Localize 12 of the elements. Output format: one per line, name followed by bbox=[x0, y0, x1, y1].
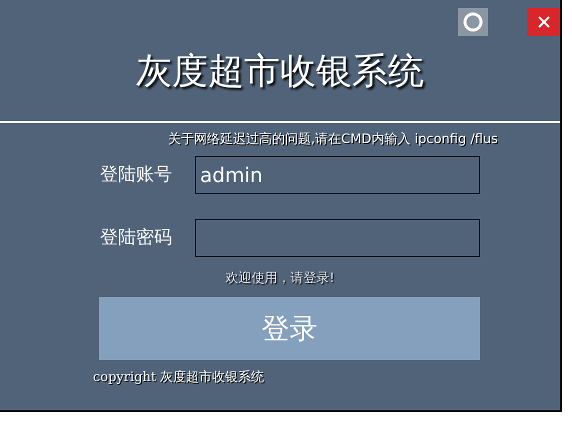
circle-icon bbox=[463, 12, 483, 32]
password-field[interactable] bbox=[195, 218, 480, 257]
field-label: 登陆账号 bbox=[100, 163, 173, 188]
close-button[interactable] bbox=[527, 8, 560, 36]
close-icon bbox=[538, 16, 550, 28]
circle-button[interactable] bbox=[458, 8, 488, 36]
username-field[interactable]: admin bbox=[195, 156, 480, 194]
field-label: 登陆密码 bbox=[100, 226, 173, 250]
copyright-text: copyright 灰度超市收银系统 bbox=[93, 369, 266, 388]
app-title: 灰度超市收银系统 bbox=[135, 50, 425, 94]
notice-text: 关于网络延迟过高的问题,请在CMD内输入 ipconfig /flus bbox=[168, 131, 499, 150]
status-message: 欢迎使用，请登录! bbox=[225, 270, 335, 288]
